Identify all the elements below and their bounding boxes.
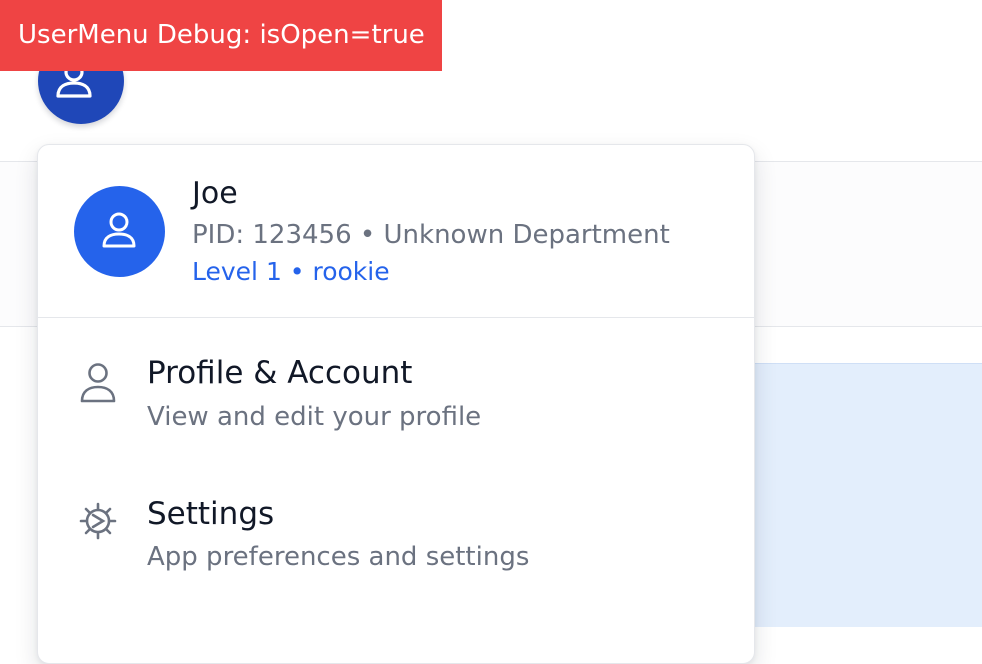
menu-item-settings[interactable]: Settings App preferences and settings — [38, 477, 754, 601]
gear-icon — [79, 502, 117, 540]
content-panel — [740, 363, 982, 627]
menu-item-profile-account[interactable]: Profile & Account View and edit your pro… — [38, 335, 754, 459]
user-icon — [102, 212, 136, 248]
user-level: Level 1 • rookie — [192, 257, 390, 286]
user-name: Joe — [192, 176, 238, 211]
menu-item-description: App preferences and settings — [147, 542, 530, 572]
avatar — [74, 186, 165, 277]
debug-banner: UserMenu Debug: isOpen=true — [0, 0, 442, 71]
user-menu-dropdown: Joe PID: 123456 • Unknown Department Lev… — [37, 144, 755, 664]
user-info-header: Joe PID: 123456 • Unknown Department Lev… — [38, 145, 754, 318]
chevron-up-icon — [130, 108, 146, 118]
menu-item-title: Profile & Account — [147, 355, 413, 391]
user-pid-department: PID: 123456 • Unknown Department — [192, 220, 670, 250]
menu-item-title: Settings — [147, 496, 275, 532]
user-outline-icon — [80, 363, 116, 403]
menu-item-description: View and edit your profile — [147, 402, 482, 432]
